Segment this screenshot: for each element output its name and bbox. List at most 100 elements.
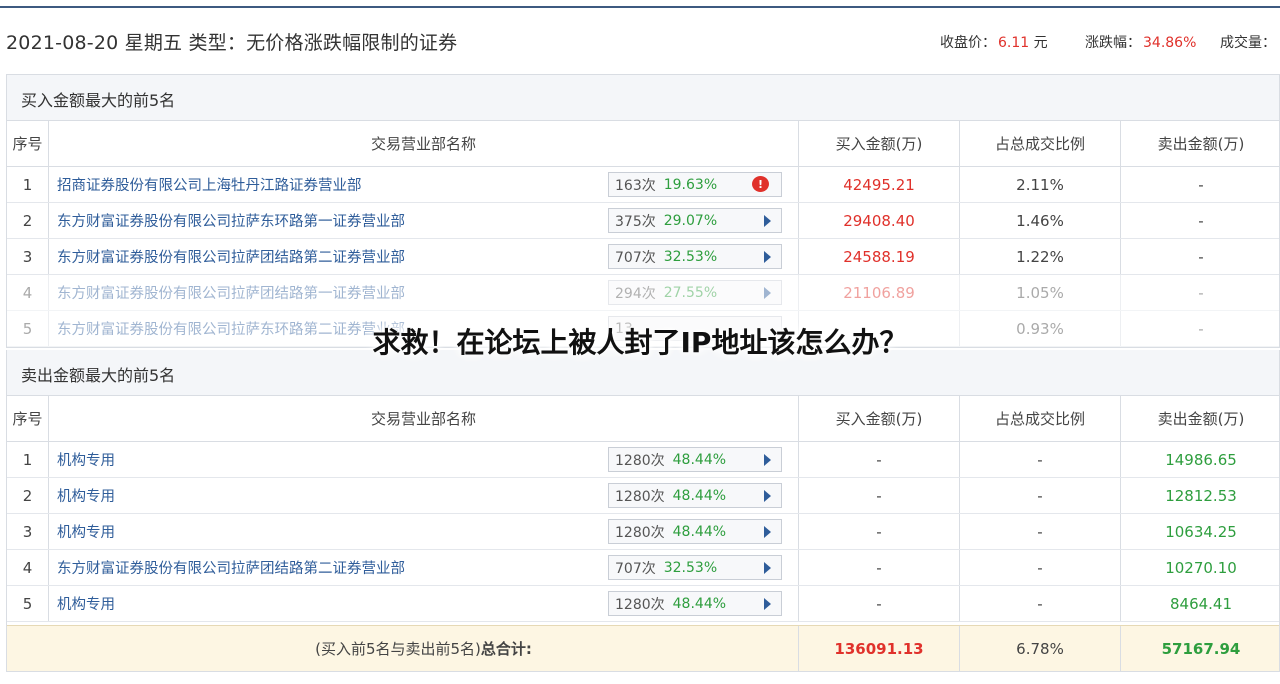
- row-idx: 4: [7, 550, 49, 585]
- ratio: -: [960, 514, 1121, 549]
- table-row: 2 东方财富证券股份有限公司拉萨东环路第一证券营业部 375次 29.07% 2…: [7, 203, 1279, 239]
- buy-amount: -: [799, 550, 960, 585]
- row-name-cell: 招商证券股份有限公司上海牡丹江路证券营业部 163次 19.63% !: [49, 167, 799, 202]
- trade-count: 1280次: [615, 524, 665, 541]
- play-arrow-icon[interactable]: [764, 454, 771, 466]
- broker-stats-pill[interactable]: 707次 32.53%: [608, 555, 782, 580]
- col-buy: 买入金额(万): [799, 121, 960, 166]
- win-rate: 19.63%: [663, 176, 718, 193]
- col-buy: 买入金额(万): [799, 396, 960, 441]
- play-arrow-icon[interactable]: [764, 490, 771, 502]
- sell-table-header: 序号 交易营业部名称 买入金额(万) 占总成交比例 卖出金额(万): [7, 396, 1279, 442]
- buy-amount: 21106.89: [799, 275, 960, 310]
- broker-link[interactable]: 招商证券股份有限公司上海牡丹江路证券营业部: [57, 174, 362, 195]
- row-idx: 3: [7, 514, 49, 549]
- buy-amount: 24588.19: [799, 239, 960, 274]
- trade-count: 375次: [615, 213, 656, 230]
- col-name: 交易营业部名称: [49, 396, 799, 441]
- page-header: 2021-08-20 星期五 类型：无价格涨跌幅限制的证券 收盘价： 6.11 元…: [0, 22, 1280, 62]
- broker-stats-pill[interactable]: 1280次 48.44%: [608, 591, 782, 616]
- ratio: -: [960, 478, 1121, 513]
- win-rate: 48.44%: [672, 487, 727, 504]
- win-rate: 48.44%: [672, 595, 727, 612]
- win-rate: 32.53%: [663, 559, 718, 576]
- play-arrow-icon[interactable]: [764, 251, 771, 263]
- col-name: 交易营业部名称: [49, 121, 799, 166]
- buy-section-title: 买入金额最大的前5名: [7, 75, 1279, 121]
- broker-link[interactable]: 机构专用: [57, 485, 115, 506]
- broker-stats-pill[interactable]: 1280次 48.44%: [608, 447, 782, 472]
- win-rate: 48.44%: [672, 451, 727, 468]
- sell-amount: -: [1198, 211, 1204, 230]
- buy-amount: 42495.21: [799, 167, 960, 202]
- win-rate: 29.07%: [663, 212, 718, 229]
- buy-amount: -: [799, 514, 960, 549]
- ratio: 1.46%: [960, 203, 1121, 238]
- trade-count: 1280次: [615, 488, 665, 505]
- broker-link[interactable]: 东方财富证券股份有限公司拉萨团结路第一证券营业部: [57, 282, 405, 303]
- broker-stats-pill[interactable]: 1280次 48.44%: [608, 519, 782, 544]
- sell-amount: 12812.53: [1165, 486, 1237, 505]
- row-name-cell: 东方财富证券股份有限公司拉萨东环路第一证券营业部 375次 29.07%: [49, 203, 799, 238]
- row-name-cell: 东方财富证券股份有限公司拉萨团结路第一证券营业部 294次 27.55%: [49, 275, 799, 310]
- table-row: 4 东方财富证券股份有限公司拉萨团结路第二证券营业部 707次 32.53% -…: [7, 550, 1279, 586]
- change-pct-value: 34.86%: [1143, 35, 1197, 51]
- row-idx: 2: [7, 478, 49, 513]
- sell-amount: 10634.25: [1165, 522, 1237, 541]
- buy-section-title-text: 买入金额最大的前5名: [21, 91, 176, 110]
- broker-link[interactable]: 东方财富证券股份有限公司拉萨东环路第一证券营业部: [57, 210, 405, 231]
- ratio: -: [960, 550, 1121, 585]
- play-arrow-icon[interactable]: [764, 526, 771, 538]
- buy-amount: -: [799, 478, 960, 513]
- play-arrow-icon[interactable]: [764, 562, 771, 574]
- broker-link[interactable]: 东方财富证券股份有限公司拉萨团结路第二证券营业部: [57, 246, 405, 267]
- table-row: 3 东方财富证券股份有限公司拉萨团结路第二证券营业部 707次 32.53% 2…: [7, 239, 1279, 275]
- ratio: 1.22%: [960, 239, 1121, 274]
- buy-amount: -: [799, 442, 960, 477]
- sell-section-title-text: 卖出金额最大的前5名: [21, 366, 176, 385]
- win-rate: 32.53%: [663, 248, 718, 265]
- close-price-value: 6.11: [998, 35, 1030, 51]
- play-arrow-icon[interactable]: [764, 287, 771, 299]
- buy-table-header: 序号 交易营业部名称 买入金额(万) 占总成交比例 卖出金额(万): [7, 121, 1279, 167]
- change-pct-label: 涨跌幅：: [1085, 35, 1141, 51]
- volume-label: 成交量：: [1220, 35, 1276, 51]
- play-arrow-icon[interactable]: [764, 215, 771, 227]
- broker-stats-pill[interactable]: 163次 19.63% !: [608, 172, 782, 197]
- row-idx: 2: [7, 203, 49, 238]
- comment-bubble-icon[interactable]: !: [752, 176, 769, 192]
- buy-amount: 29408.40: [799, 203, 960, 238]
- broker-link[interactable]: 机构专用: [57, 521, 115, 542]
- broker-stats-pill[interactable]: 1280次 48.44%: [608, 483, 782, 508]
- broker-link[interactable]: 机构专用: [57, 449, 115, 470]
- trade-count: 1280次: [615, 452, 665, 469]
- broker-stats-pill[interactable]: 375次 29.07%: [608, 208, 782, 233]
- sell-amount: 14986.65: [1165, 450, 1237, 469]
- broker-link[interactable]: 机构专用: [57, 593, 115, 614]
- col-idx: 序号: [7, 121, 49, 166]
- col-idx: 序号: [7, 396, 49, 441]
- buy-top5-panel: 买入金额最大的前5名 序号 交易营业部名称 买入金额(万) 占总成交比例 卖出金…: [6, 74, 1280, 348]
- broker-link[interactable]: 东方财富证券股份有限公司拉萨团结路第二证券营业部: [57, 557, 405, 578]
- row-name-cell: 机构专用 1280次 48.44%: [49, 478, 799, 513]
- total-idx: [7, 626, 49, 671]
- page-title: 2021-08-20 星期五 类型：无价格涨跌幅限制的证券: [6, 32, 458, 54]
- table-row: 4 东方财富证券股份有限公司拉萨团结路第一证券营业部 294次 27.55% 2…: [7, 275, 1279, 311]
- row-name-cell: 东方财富证券股份有限公司拉萨团结路第二证券营业部 707次 32.53%: [49, 550, 799, 585]
- table-row: 1 招商证券股份有限公司上海牡丹江路证券营业部 163次 19.63% ! 42…: [7, 167, 1279, 203]
- sell-top5-panel: 卖出金额最大的前5名 序号 交易营业部名称 买入金额(万) 占总成交比例 卖出金…: [6, 350, 1280, 672]
- overlay-headline: 求救！在论坛上被人封了IP地址该怎么办？: [372, 326, 908, 359]
- broker-stats-pill[interactable]: 707次 32.53%: [608, 244, 782, 269]
- col-sell: 卖出金额(万): [1157, 410, 1245, 428]
- grand-total-row: (买入前5名与卖出前5名) 总合计: 136091.13 6.78% 57167.…: [7, 625, 1279, 671]
- trade-count: 163次: [615, 177, 656, 194]
- broker-stats-pill[interactable]: 294次 27.55%: [608, 280, 782, 305]
- close-price-unit: 元: [1033, 35, 1048, 51]
- total-label: (买入前5名与卖出前5名) 总合计:: [49, 626, 799, 671]
- trade-count: 707次: [615, 560, 656, 577]
- table-row: 1 机构专用 1280次 48.44% - - 14986.65: [7, 442, 1279, 478]
- row-name-cell: 机构专用 1280次 48.44%: [49, 586, 799, 621]
- sell-amount: 8464.41: [1169, 594, 1233, 613]
- close-price: 收盘价： 6.11 元: [940, 32, 1048, 52]
- play-arrow-icon[interactable]: [764, 598, 771, 610]
